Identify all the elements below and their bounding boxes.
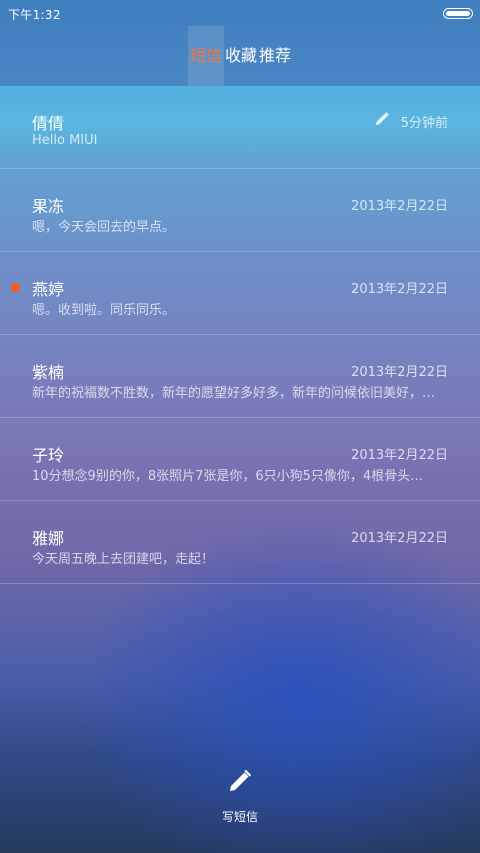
contact-name: 果冻 xyxy=(32,197,65,216)
message-preview: 嗯。收到啦。同乐同乐。 xyxy=(32,303,176,318)
tab-favorites[interactable]: 收藏 xyxy=(224,26,258,86)
status-time: 下午1:32 xyxy=(8,8,61,22)
unread-dot-icon xyxy=(11,283,20,292)
contact-name: 紫楠 xyxy=(32,363,65,382)
message-time: 2013年2月22日 xyxy=(351,531,448,546)
message-time: 2013年2月22日 xyxy=(351,282,448,297)
message-preview: 今天周五晚上去团建吧，走起！ xyxy=(32,552,215,567)
contact-name: 雅娜 xyxy=(32,529,65,548)
conversation-row[interactable]: 子玲 10分想念9别的你，8张照片7张是你，6只小狗5只像你，4根骨头… 201… xyxy=(0,418,480,501)
pencil-icon xyxy=(376,112,389,125)
conversation-row[interactable]: 燕婷 嗯。收到啦。同乐同乐。 2013年2月22日 xyxy=(0,252,480,335)
contact-name: 燕婷 xyxy=(32,280,65,299)
conversation-row[interactable]: 雅娜 今天周五晚上去团建吧，走起！ 2013年2月22日 xyxy=(0,501,480,584)
conversation-row[interactable]: 倩倩 Hello MIUI 5分钟前 xyxy=(0,86,480,169)
message-preview: 10分想念9别的你，8张照片7张是你，6只小狗5只像你，4根骨头… xyxy=(32,469,424,484)
message-time: 2013年2月22日 xyxy=(351,365,448,380)
compose-button[interactable]: 写短信 xyxy=(0,768,480,825)
battery-icon xyxy=(443,8,473,19)
tab-bar: 短信 收藏 推荐 xyxy=(0,26,480,86)
contact-name: 倩倩 xyxy=(32,114,65,133)
message-preview: 嗯，今天会回去的早点。 xyxy=(32,220,176,235)
conversation-row[interactable]: 紫楠 新年的祝福数不胜数，新年的愿望好多好多，新年的问候依旧美好，新年的… 20… xyxy=(0,335,480,418)
contact-name: 子玲 xyxy=(32,446,65,465)
tab-recommended[interactable]: 推荐 xyxy=(258,26,292,86)
pencil-icon xyxy=(230,770,251,791)
conversation-row[interactable]: 果冻 嗯，今天会回去的早点。 2013年2月22日 xyxy=(0,169,480,252)
tab-sms[interactable]: 短信 xyxy=(187,26,224,86)
message-preview: Hello MIUI xyxy=(32,133,98,148)
conversation-list: 倩倩 Hello MIUI 5分钟前 果冻 嗯，今天会回去的早点。 2013年2… xyxy=(0,86,480,584)
message-preview: 新年的祝福数不胜数，新年的愿望好多好多，新年的问候依旧美好，新年的… xyxy=(32,386,448,401)
message-time: 5分钟前 xyxy=(400,116,448,131)
status-bar: 下午1:32 xyxy=(0,0,480,26)
message-time: 2013年2月22日 xyxy=(351,448,448,463)
message-time: 2013年2月22日 xyxy=(351,199,448,214)
compose-label: 写短信 xyxy=(221,810,258,824)
